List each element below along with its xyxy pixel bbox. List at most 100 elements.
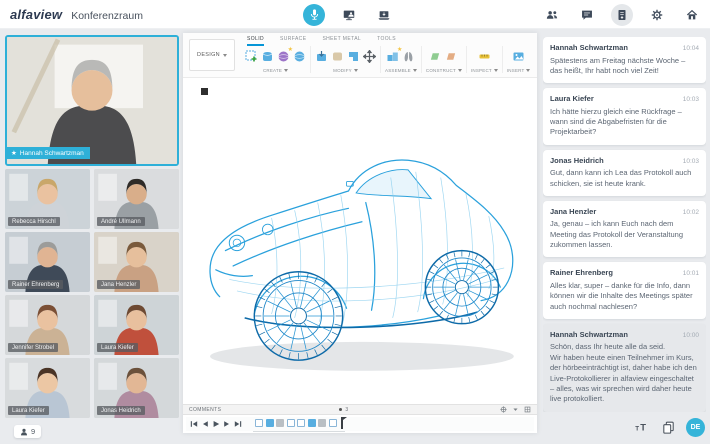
screen-share-view[interactable]: DESIGN SOLIDSURFACESHEET METALTOOLS ★CRE…: [183, 33, 537, 433]
wireframe-car-model: [187, 83, 533, 399]
alfaview-logo: alfaview: [10, 7, 62, 22]
blocks-tool-icon: ★: [386, 50, 399, 63]
comments-label: COMMENTS: [189, 407, 221, 413]
cad-group-create: ★CREATE: [241, 46, 311, 73]
participant-tile[interactable]: Rainer Ehrenberg: [5, 232, 90, 292]
chat-message-list[interactable]: Hannah Schwartzman10:04Spätestens am Fre…: [543, 37, 706, 412]
message-text: Gut, dann kann ich Lea das Protokoll auc…: [550, 168, 699, 189]
cad-tab-sheet-metal: SHEET METAL: [322, 36, 361, 46]
press-tool-icon: [315, 50, 328, 63]
top-bar: alfaview Konferenzraum: [0, 0, 710, 29]
live-protocol-button[interactable]: [611, 4, 633, 26]
cad-group-insert: INSERT: [503, 46, 535, 73]
corner-tool-icon: [347, 50, 360, 63]
message-author: Jonas Heidrich: [550, 156, 604, 165]
copy-protocol-button[interactable]: [659, 419, 677, 437]
solid-tool-icon: [261, 50, 274, 63]
cad-group-icons: [478, 46, 491, 66]
cad-tab-solid: SOLID: [247, 36, 264, 46]
cad-group-construct: CONSTRUCT: [422, 46, 467, 73]
cad-group-label: CONSTRUCT: [426, 68, 462, 73]
message-author: Rainer Ehrenberg: [550, 268, 613, 277]
sphere-tool-icon: ★: [277, 50, 290, 63]
timeline-playback-controls: [189, 420, 242, 429]
window-share-button[interactable]: [373, 4, 395, 26]
joint-tool-icon: [402, 50, 415, 63]
measure-tool-icon: [478, 50, 491, 63]
participant-tile[interactable]: Rebecca Hirschl: [5, 169, 90, 229]
participant-tile[interactable]: André Ullmann: [94, 169, 179, 229]
call-controls: [303, 0, 395, 29]
chat-footer: TT DE: [632, 418, 705, 437]
chat-button[interactable]: [576, 4, 598, 26]
timeline-feature-icon: [297, 419, 305, 427]
window-share-icon: [377, 8, 391, 22]
screen-share-button[interactable]: [338, 4, 360, 26]
settings-button[interactable]: [646, 4, 668, 26]
chevron-down-icon: [413, 69, 417, 72]
home-button[interactable]: [681, 4, 703, 26]
cad-toolbar: DESIGN SOLIDSURFACESHEET METALTOOLS ★CRE…: [183, 33, 537, 78]
message-time: 10:03: [683, 158, 699, 165]
screen-share-icon: [342, 8, 356, 22]
cad-group-icons: [512, 46, 525, 66]
message-text: Ich hätte hierzu gleich eine Rückfrage –…: [550, 107, 699, 138]
cad-timeline: [186, 417, 534, 431]
skip-start-icon: [189, 420, 198, 429]
timeline-feature-icon: [287, 419, 295, 427]
chevron-down-icon: [284, 69, 288, 72]
plane-tool-icon: [429, 50, 442, 63]
person-icon: [20, 428, 28, 436]
participant-name: Jennifer Strobel: [8, 343, 58, 352]
message-author: Jana Henzler: [550, 207, 596, 216]
chat-icon: [580, 8, 594, 22]
message-author: Laura Kiefer: [550, 94, 594, 103]
timeline-marker: [341, 417, 343, 429]
step-back-icon: [200, 420, 209, 429]
chevron-down-icon: [526, 69, 530, 72]
sphere-tool-icon: [293, 50, 306, 63]
cad-group-icons: [315, 46, 376, 66]
participant-tile[interactable]: Jana Henzler: [94, 232, 179, 292]
comments-count: 3: [345, 407, 348, 413]
participant-name: Jana Henzler: [97, 280, 140, 289]
language-badge[interactable]: DE: [686, 418, 705, 437]
message-time: 10:03: [683, 96, 699, 103]
chat-message: Jana Henzler10:02Ja, genau – ich kann Eu…: [543, 201, 706, 258]
settings-icon: [650, 8, 664, 22]
chevron-down-icon: [494, 69, 498, 72]
chat-message: Laura Kiefer 10:03 Ich hätte hierzu gleich…: [543, 88, 706, 145]
cad-group-label: MODIFY: [333, 68, 358, 73]
participants-button[interactable]: [541, 4, 563, 26]
cad-tab-surface: SURFACE: [280, 36, 306, 46]
cad-group-inspect: INSPECT: [467, 46, 503, 73]
participant-tile[interactable]: Laura Kiefer: [5, 358, 90, 418]
active-speaker-tile[interactable]: ★ Hannah Schwartzman: [5, 35, 179, 166]
people-icon: [545, 8, 559, 22]
caret-down-icon: [512, 406, 519, 413]
cad-tab-tools: TOOLS: [377, 36, 396, 46]
message-time: 10:04: [683, 45, 699, 52]
microphone-button[interactable]: [303, 4, 325, 26]
participant-count-badge: 9: [14, 425, 41, 438]
comments-dot-icon: [339, 408, 342, 411]
message-time: 10:02: [683, 209, 699, 216]
participant-tile[interactable]: Jennifer Strobel: [5, 295, 90, 355]
text-size-button[interactable]: TT: [632, 419, 650, 437]
participant-tile[interactable]: Jonas Heidrich: [94, 358, 179, 418]
message-text: Spätestens am Freitag nächste Woche – da…: [550, 56, 699, 77]
room-title: Konferenzraum: [71, 10, 143, 22]
participant-name: Jonas Heidrich: [97, 406, 145, 415]
protocol-icon: [615, 8, 629, 22]
skip-end-icon: [233, 420, 242, 429]
message-text: Schön, dass Ihr heute alle da seid. Wir …: [550, 342, 699, 404]
cad-group-icons: [429, 46, 458, 66]
home-icon: [685, 8, 699, 22]
cad-group-label: INSERT: [507, 68, 531, 73]
chat-message: Hannah Schwartzman10:00Schön, dass Ihr h…: [543, 324, 706, 412]
message-time: 10:00: [683, 332, 699, 339]
moderator-star-icon: ★: [11, 149, 17, 157]
timeline-feature-icon: [308, 419, 316, 427]
cad-group-assemble: ★ASSEMBLE: [381, 46, 422, 73]
participant-tile[interactable]: Laura Kiefer: [94, 295, 179, 355]
